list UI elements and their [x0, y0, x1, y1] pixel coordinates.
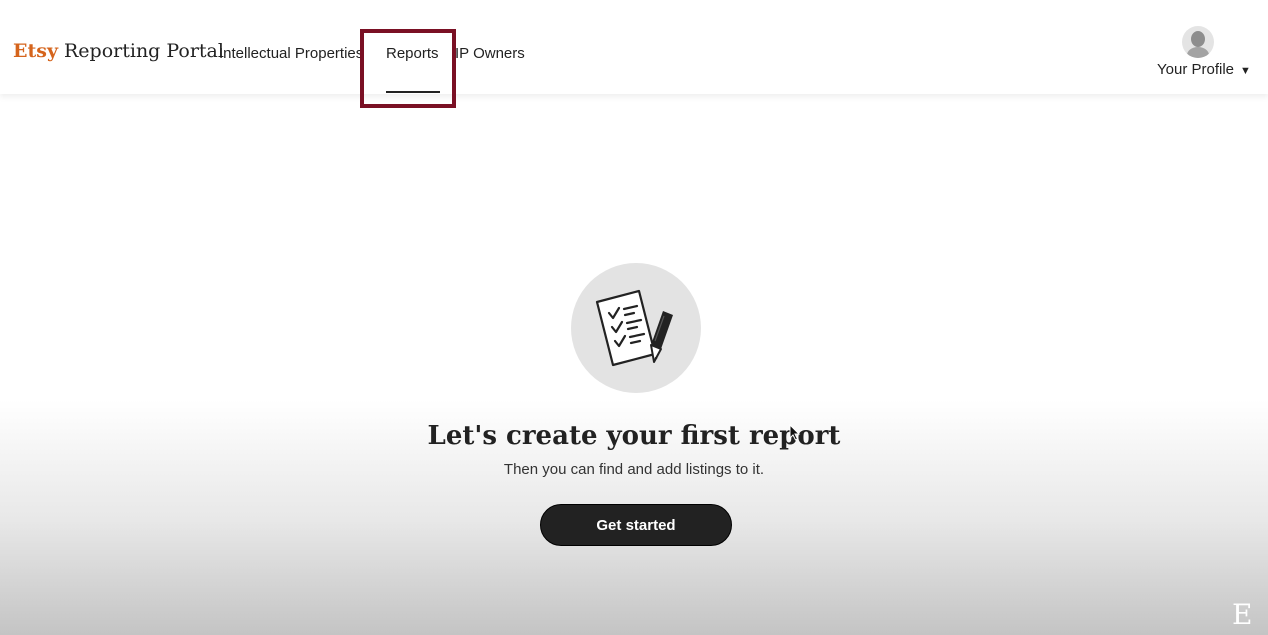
etsy-watermark-logo: E [1232, 598, 1253, 631]
profile-menu-button[interactable]: Your Profile ▼ [1157, 60, 1251, 81]
etsy-wordmark: Etsy [13, 40, 58, 62]
avatar-body [1187, 47, 1209, 58]
empty-state-heading: Let's create your first report [427, 421, 841, 451]
nav-ip-owners[interactable]: IP Owners [455, 44, 525, 64]
empty-state-subtext: Then you can find and add listings to it… [503, 461, 765, 478]
avatar-head [1191, 31, 1205, 47]
caret-down-icon: ▼ [1240, 65, 1251, 77]
portal-title: Reporting Portal [64, 40, 224, 62]
profile-label: Your Profile [1157, 61, 1234, 78]
checklist-pencil-icon [571, 263, 701, 393]
brand-logo[interactable]: Etsy Reporting Portal [13, 38, 224, 64]
tutorial-highlight-box [360, 29, 456, 108]
get-started-button[interactable]: Get started [540, 504, 732, 546]
mouse-cursor-icon [789, 424, 801, 441]
avatar[interactable] [1182, 26, 1214, 58]
nav-intellectual-properties[interactable]: Intellectual Properties [219, 44, 363, 64]
top-navigation-bar: Etsy Reporting Portal Intellectual Proper… [0, 0, 1268, 94]
checklist-illustration [595, 289, 673, 367]
